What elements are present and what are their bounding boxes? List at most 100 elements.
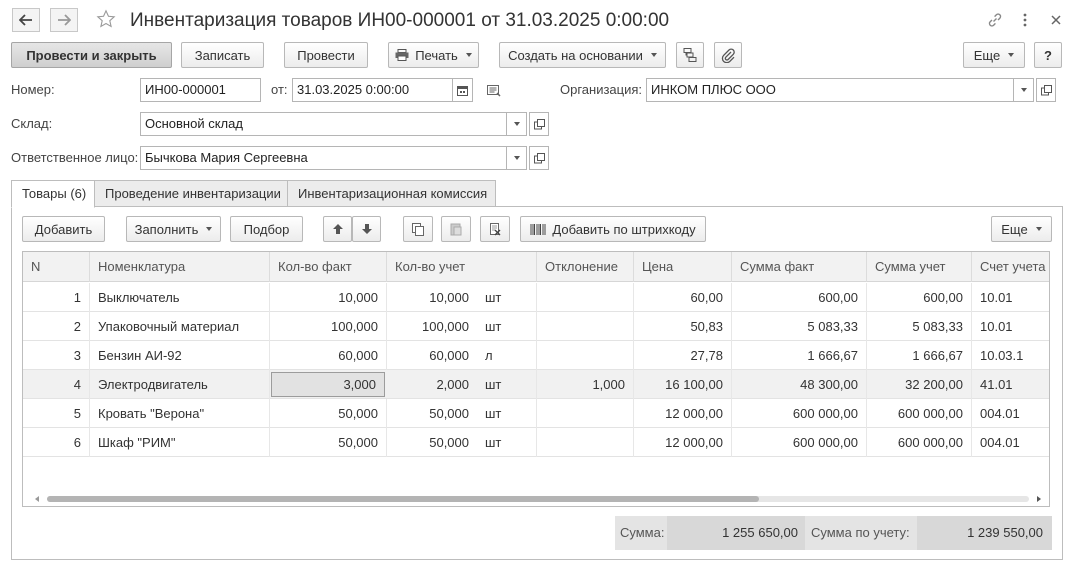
calendar-button[interactable] (453, 78, 473, 102)
organization-open-button[interactable] (1036, 78, 1056, 102)
column-header-sum-acc[interactable]: Сумма учет (867, 252, 972, 282)
date-field[interactable]: 31.03.2025 0:00:00 (292, 78, 453, 102)
warehouse-label: Склад: (11, 116, 53, 131)
responsible-field[interactable]: Бычкова Мария Сергеевна (140, 146, 507, 170)
cell-qty-fact: 10,000 (270, 283, 387, 312)
table-row[interactable]: 6 Шкаф "РИМ" 50,000 50,000 шт 12 000,00 … (23, 428, 1049, 457)
write-button[interactable]: Записать (181, 42, 264, 68)
column-header-nomenclature[interactable]: Номенклатура (90, 252, 270, 282)
help-button[interactable]: ? (1034, 42, 1062, 68)
column-header-qty-fact[interactable]: Кол-во факт (270, 252, 387, 282)
arrow-down-icon (361, 224, 372, 234)
create-based-label: Создать на основании (508, 47, 643, 63)
organization-label: Организация: (560, 82, 643, 97)
cell-sum-fact: 48 300,00 (732, 370, 867, 399)
responsible-open-button[interactable] (529, 146, 549, 170)
paperclip-icon (721, 48, 735, 63)
scroll-left-icon[interactable] (33, 495, 41, 503)
grid-more-button[interactable]: Еще (991, 216, 1052, 242)
cell-qty-acc: 2,000 (436, 377, 469, 392)
open-window-icon (533, 152, 545, 163)
move-up-button[interactable] (323, 216, 352, 242)
chevron-down-icon (513, 122, 520, 126)
structure-button[interactable] (676, 42, 704, 68)
print-button[interactable]: Печать (388, 42, 479, 68)
open-window-icon (533, 118, 545, 129)
warehouse-open-button[interactable] (529, 112, 549, 136)
table-row[interactable]: 1 Выключатель 10,000 10,000 шт 60,00 600… (23, 283, 1049, 312)
more-button[interactable]: Еще (963, 42, 1025, 68)
favorite-star-icon[interactable] (96, 9, 116, 29)
attach-button[interactable] (714, 42, 742, 68)
cell-nomenclature: Бензин АИ-92 (90, 341, 270, 370)
move-down-button[interactable] (352, 216, 381, 242)
close-icon[interactable] (1046, 10, 1066, 30)
add-button[interactable]: Добавить (22, 216, 105, 242)
chevron-down-icon (465, 53, 472, 57)
organization-field[interactable]: ИНКОМ ПЛЮС ООО (646, 78, 1014, 102)
page-title: Инвентаризация товаров ИН00-000001 от 31… (130, 10, 670, 31)
back-button[interactable] (12, 8, 40, 32)
document-list-icon[interactable] (484, 80, 504, 100)
cell-qty-acc: 60,000 (429, 348, 469, 363)
column-header-sum-fact[interactable]: Сумма факт (732, 252, 867, 282)
column-header-account[interactable]: Счет учета (972, 252, 1049, 282)
create-based-button[interactable]: Создать на основании (499, 42, 666, 68)
cell-sum-acc: 600,00 (867, 283, 972, 312)
arrow-up-icon (332, 224, 343, 234)
responsible-label: Ответственное лицо: (11, 150, 139, 165)
sum-label: Сумма: (620, 525, 665, 540)
cell-deviation (537, 399, 634, 428)
arrow-left-icon (19, 14, 32, 26)
organization-dropdown-button[interactable] (1014, 78, 1034, 102)
cell-sum-acc: 600 000,00 (867, 399, 972, 428)
cell-sum-fact: 5 083,33 (732, 312, 867, 341)
number-field[interactable]: ИН00-000001 (140, 78, 261, 102)
scrollbar-thumb[interactable] (47, 496, 759, 502)
pick-button[interactable]: Подбор (230, 216, 303, 242)
add-by-barcode-button[interactable]: Добавить по штрихкоду (520, 216, 706, 242)
cell-n: 6 (23, 428, 90, 457)
cell-unit: шт (477, 370, 537, 399)
tab-inventory-commission[interactable]: Инвентаризационная комиссия (287, 180, 496, 207)
cell-account: 004.01 (980, 435, 1020, 450)
tab-inventory-posting[interactable]: Проведение инвентаризации (94, 180, 288, 207)
cell-account: 10.03.1 (980, 348, 1024, 363)
post-and-close-button[interactable]: Провести и закрыть (11, 42, 172, 68)
column-header-qty-acc[interactable]: Кол-во учет (387, 252, 537, 282)
column-header-price[interactable]: Цена (634, 252, 732, 282)
cell-qty-fact-current[interactable]: 3,000 (271, 372, 385, 397)
table-row[interactable]: 2 Упаковочный материал 100,000 100,000 ш… (23, 312, 1049, 341)
forward-button[interactable] (50, 8, 78, 32)
cell-unit: шт (477, 399, 537, 428)
responsible-dropdown-button[interactable] (507, 146, 527, 170)
more-vertical-icon[interactable] (1015, 10, 1035, 30)
tab-goods[interactable]: Товары (6) (11, 180, 95, 208)
cell-qty-acc: 50,000 (429, 406, 469, 421)
cell-account: 10.01 (980, 290, 1013, 305)
column-header-deviation[interactable]: Отклонение (537, 252, 634, 282)
table-row[interactable]: 5 Кровать "Верона" 50,000 50,000 шт 12 0… (23, 399, 1049, 428)
pick-label: Подбор (243, 221, 290, 237)
cell-qty-fact: 100,000 (270, 312, 387, 341)
link-icon[interactable] (985, 10, 1005, 30)
cell-unit: шт (477, 283, 537, 312)
fill-button[interactable]: Заполнить (126, 216, 221, 242)
horizontal-scrollbar[interactable] (33, 495, 1043, 503)
scroll-right-icon[interactable] (1035, 495, 1043, 503)
cell-price: 12 000,00 (634, 428, 732, 457)
copy-row-button[interactable] (403, 216, 433, 242)
table-row-selected[interactable]: 4 Электродвигатель 3,000 2,000 шт 1,000 … (23, 370, 1049, 399)
delete-row-button[interactable] (480, 216, 510, 242)
goods-table[interactable]: N Номенклатура Кол-во факт Кол-во учет О… (22, 251, 1050, 507)
paste-row-button[interactable] (441, 216, 471, 242)
cell-deviation (537, 341, 634, 370)
column-header-n[interactable]: N (23, 252, 90, 282)
warehouse-field[interactable]: Основной склад (140, 112, 507, 136)
arrow-right-icon (58, 14, 71, 26)
cell-n: 2 (23, 312, 90, 341)
table-row[interactable]: 3 Бензин АИ-92 60,000 60,000 л 27,78 1 6… (23, 341, 1049, 370)
post-button[interactable]: Провести (284, 42, 368, 68)
date-label: от: (271, 82, 288, 97)
warehouse-dropdown-button[interactable] (507, 112, 527, 136)
